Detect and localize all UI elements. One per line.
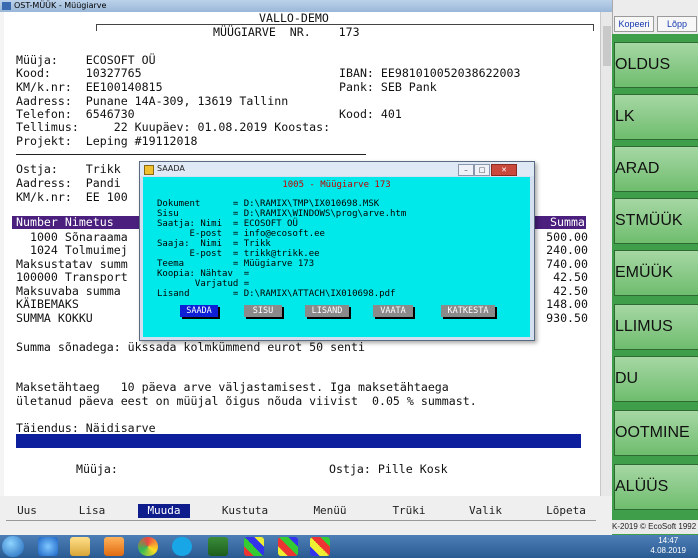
app-icon-4[interactable] (310, 537, 330, 556)
table-row: 1024 Tolmuimej (16, 243, 128, 257)
lopeta-button[interactable]: Lõpeta (536, 504, 596, 518)
menuu-button[interactable]: Menüü (301, 504, 359, 518)
payment-terms-1: Maksetähtaeg 10 päeva arve väljastamises… (16, 380, 449, 394)
side-button-stmuuk[interactable]: STMÜÜK (614, 198, 698, 244)
seller-code: Kood: 10327765 (16, 66, 142, 80)
dialog-line-subject: Teema = Müügiarve 173 (157, 259, 315, 269)
app-icon (2, 2, 11, 10)
total-amount: 930.50 (546, 311, 588, 325)
katkesta-button[interactable]: KATKESTA (441, 305, 495, 317)
side-panel-top: Kopeeri Lõpp (612, 0, 698, 34)
buyer-name: Ostja: Trikk (16, 162, 121, 176)
side-button-oldus[interactable]: OLDUS (614, 42, 698, 88)
project-line: Projekt: Leping #19112018 (16, 134, 198, 148)
side-button-llimus[interactable]: LLIMUS (614, 304, 698, 350)
dialog-line-cc: Koopia: Nähtav = (157, 269, 250, 279)
close-icon[interactable]: ✕ (491, 164, 517, 176)
dialog-line-recipient-email: E-post = trikk@trikk.ee (157, 249, 320, 259)
lisand-button[interactable]: LISAND (305, 305, 349, 317)
dialog-line-recipient-name: Saaja: Nimi = Trikk (157, 239, 271, 249)
scrollbar-thumb[interactable] (603, 26, 611, 66)
table-row: KÄIBEMAKS (16, 297, 79, 311)
dialog-line-dokument: Dokument = D:\RAMIX\TMP\IX010698.MSK (157, 199, 380, 209)
table-header-left: Number Nimetus (16, 215, 114, 229)
chrome-icon[interactable] (138, 537, 158, 556)
valik-button[interactable]: Valik (458, 504, 513, 518)
kopeeri-button[interactable]: Kopeeri (614, 16, 654, 32)
row-amount: 240.00 (546, 243, 588, 257)
app-icon-1[interactable] (208, 537, 228, 556)
buyer-address: Aadress: Pandi (16, 176, 121, 190)
start-orb-icon[interactable] (2, 536, 24, 557)
dialog-title-bar: SAADA – □ ✕ (140, 162, 534, 176)
clock-time: 14:47 (658, 536, 679, 545)
amount-in-words: Summa sõnadega: ükssada kolmkümmend euro… (16, 340, 366, 354)
dialog-icon (144, 165, 154, 175)
row-amount: 148.00 (546, 297, 588, 311)
row-amount: 42.50 (553, 270, 588, 284)
side-button-lk[interactable]: LK (614, 94, 698, 140)
signature-buyer: Ostja: Pille Kosk (329, 462, 448, 476)
dialog-window-title: SAADA (157, 164, 185, 173)
divider (16, 154, 366, 155)
app-icon-3[interactable] (278, 537, 298, 556)
taskbar: 14:47 4.08.2019 (0, 535, 698, 558)
uus-button[interactable]: Uus (6, 504, 48, 518)
table-row: SUMMA KOKKU (16, 311, 93, 325)
dialog-title: 1005 - Müügiarve 173 (282, 180, 391, 190)
bank-iban: IBAN: EE981010052038622003 (339, 66, 521, 80)
company-title: VALLO-DEMO (259, 11, 329, 25)
media-icon[interactable] (104, 537, 124, 556)
window-title: OST-MÜÜK - Müügiarve (14, 1, 107, 10)
dialog-line-sender-name: Saatja: Nimi = ECOSOFT OÜ (157, 219, 298, 229)
minimize-icon[interactable]: – (458, 164, 474, 176)
bank-name: Pank: SEB Pank (339, 80, 437, 94)
side-button-emuuk[interactable]: EMÜÜK (614, 250, 698, 296)
send-dialog: SAADA – □ ✕ 1005 - Müügiarve 173 Dokumen… (139, 161, 535, 341)
function-key-bar: Uus Lisa Muuda Kustuta Menüü Trüki Valik… (0, 496, 612, 535)
maximize-icon[interactable]: □ (474, 164, 490, 176)
dialog-line-sisu: Sisu = D:\RAMIX\WINDOWS\prog\arve.htm (157, 209, 407, 219)
side-button-ootmine[interactable]: OOTMINE (614, 410, 698, 456)
order-line: Tellimus: 22 Kuupäev: 01.08.2019 Koostas… (16, 120, 331, 134)
lopp-button[interactable]: Lõpp (657, 16, 697, 32)
dialog-line-sender-email: E-post = info@ecosoft.ee (157, 229, 325, 239)
side-button-du[interactable]: DU (614, 356, 698, 402)
seller-vat: KM/k.nr: EE100140815 (16, 80, 163, 94)
kustuta-button[interactable]: Kustuta (214, 504, 276, 518)
muuda-button[interactable]: Muuda (138, 504, 190, 518)
dialog-body: 1005 - Müügiarve 173 Dokument = D:\RAMIX… (143, 177, 530, 337)
clock-date: 4.08.2019 (650, 546, 686, 555)
payment-terms-2: ületanud päeva eest on müüjal õigus nõud… (16, 394, 477, 408)
bank-code: Kood: 401 (339, 107, 402, 121)
copyright-text: K-2019 © EcoSoft 1992 (612, 520, 698, 534)
signature-seller: Müüja: (76, 462, 118, 476)
saada-button[interactable]: SAADA (180, 305, 218, 317)
skype-icon[interactable] (172, 537, 192, 556)
table-row: 100000 Transport (16, 270, 128, 284)
input-bar[interactable] (16, 434, 581, 448)
dialog-line-bcc: Varjatud = (157, 279, 250, 289)
lisa-button[interactable]: Lisa (68, 504, 116, 518)
system-clock[interactable]: 14:47 4.08.2019 (650, 536, 686, 556)
invoice-title: MÜÜGIARVE NR. 173 (213, 25, 360, 39)
dialog-line-attachment: Lisand = D:\RAMIX\ATTACH\IX010698.pdf (157, 289, 396, 299)
ie-icon[interactable] (38, 537, 58, 556)
side-button-aluus[interactable]: ALÜÜS (614, 464, 698, 510)
function-key-underline (6, 520, 596, 521)
table-header-right: Summa (550, 215, 585, 229)
side-button-arad[interactable]: ARAD (614, 146, 698, 192)
app-icon-2[interactable] (244, 537, 264, 556)
folder-icon[interactable] (70, 537, 90, 556)
truki-button[interactable]: Trüki (384, 504, 434, 518)
sisu-button[interactable]: SISU (244, 305, 282, 317)
vaata-button[interactable]: VAATA (373, 305, 413, 317)
buyer-vat: KM/k.nr: EE 100 (16, 190, 128, 204)
